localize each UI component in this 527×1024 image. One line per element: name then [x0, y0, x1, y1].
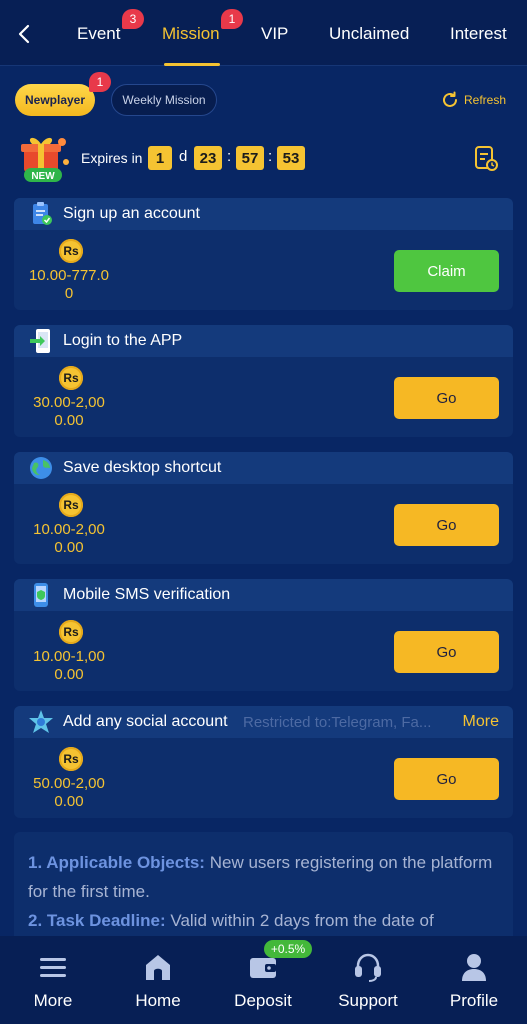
tab-event[interactable]: Event — [77, 24, 120, 44]
rupee-coin-icon: Rs — [59, 747, 83, 771]
globe-icon — [30, 457, 52, 479]
mission-title: Sign up an account — [63, 205, 200, 222]
mission-card-social: Add any social account Restricted to:Tel… — [14, 706, 513, 818]
subtab-newplayer[interactable]: Newplayer — [15, 84, 95, 116]
user-icon — [462, 954, 486, 981]
rules-panel: 1. Applicable Objects: New users registe… — [14, 832, 513, 942]
mission-card-signup: Sign up an account Rs 10.00-777.0 0 Clai… — [14, 198, 513, 310]
reward-amount-line: 10.00-1,00 — [33, 648, 105, 665]
rule-label: 1. Applicable Objects: — [28, 853, 205, 872]
reward-amount: 10.00-777.0 0 — [14, 267, 124, 303]
reward-amount-line: 30.00-2,00 — [33, 394, 105, 411]
nav-label: Deposit — [234, 991, 292, 1010]
mission-title: Add any social account — [63, 713, 228, 730]
nav-label: More — [33, 991, 73, 1010]
mission-badge: 1 — [221, 9, 243, 29]
top-tab-bar: Event 3 Mission 1 VIP Unclaimed Interest — [0, 0, 527, 66]
reward-amount-line: 0.00 — [54, 412, 84, 429]
phone-login-icon — [30, 329, 50, 353]
active-tab-indicator — [164, 63, 220, 66]
reward-amount: 10.00-2,00 0.00 — [14, 521, 124, 557]
reward-amount: 30.00-2,00 0.00 — [14, 394, 124, 430]
headset-icon — [355, 953, 381, 982]
reward-amount-line: 0.00 — [54, 539, 84, 556]
tab-mission[interactable]: Mission — [162, 24, 220, 44]
home-icon — [146, 955, 170, 980]
mobile-sms-icon — [34, 583, 48, 607]
more-link[interactable]: More — [463, 713, 499, 731]
mission-title: Mobile SMS verification — [63, 586, 231, 603]
social-star-icon — [29, 710, 53, 733]
card-header: Mobile SMS verification — [14, 579, 513, 611]
card-header: Sign up an account — [14, 198, 513, 230]
nav-support[interactable]: Support — [328, 946, 408, 1020]
event-badge: 3 — [122, 9, 144, 29]
countdown-hours: 23 — [194, 146, 222, 170]
tab-unclaimed[interactable]: Unclaimed — [329, 24, 409, 44]
go-button[interactable]: Go — [394, 631, 499, 673]
refresh-button[interactable]: Refresh — [440, 89, 506, 111]
reward-amount-line: 50.00-2,00 — [33, 775, 105, 792]
countdown-seconds: 53 — [277, 146, 305, 170]
nav-home[interactable]: Home — [118, 946, 198, 1020]
subtab-weekly-mission[interactable]: Weekly Mission — [111, 84, 217, 116]
claim-button[interactable]: Claim — [394, 250, 499, 292]
rule-item: 2. Task Deadline: Valid within 2 days fr… — [28, 906, 499, 935]
go-button[interactable]: Go — [394, 758, 499, 800]
reward-amount-line: 0.00 — [54, 793, 84, 810]
chevron-left-icon[interactable] — [14, 22, 34, 46]
nav-label: Support — [338, 991, 398, 1010]
menu-icon — [40, 958, 66, 977]
rupee-coin-icon: Rs — [59, 366, 83, 390]
countdown-days: 1 — [148, 146, 172, 170]
reward-amount-line: 0.00 — [54, 666, 84, 683]
separator: : — [227, 148, 232, 165]
countdown-minutes: 57 — [236, 146, 264, 170]
refresh-icon — [443, 91, 457, 107]
mission-title: Login to the APP — [63, 332, 183, 349]
mission-title: Save desktop shortcut — [63, 459, 222, 476]
go-button[interactable]: Go — [394, 377, 499, 419]
day-unit: d — [179, 148, 188, 165]
nav-more[interactable]: More — [13, 946, 93, 1020]
separator: : — [268, 148, 273, 165]
mission-card-shortcut: Save desktop shortcut Rs 10.00-2,00 0.00… — [14, 452, 513, 564]
rupee-coin-icon: Rs — [59, 239, 83, 263]
nav-profile[interactable]: Profile — [434, 946, 514, 1020]
refresh-label: Refresh — [464, 93, 507, 107]
rupee-coin-icon: Rs — [59, 620, 83, 644]
deposit-bonus-badge: +0.5% — [264, 940, 312, 958]
card-header: Login to the APP — [14, 325, 513, 357]
gift-new-icon: NEW — [21, 137, 69, 182]
mission-card-sms: Mobile SMS verification Rs 10.00-1,00 0.… — [14, 579, 513, 691]
newplayer-badge: 1 — [89, 72, 111, 92]
rule-text: Valid within 2 days from the date of — [165, 911, 434, 930]
restriction-text: Restricted to:Telegram, Fa... — [243, 714, 432, 731]
card-header: Add any social account Restricted to:Tel… — [14, 706, 513, 738]
mission-card-login: Login to the APP Rs 30.00-2,00 0.00 Go — [14, 325, 513, 437]
go-button[interactable]: Go — [394, 504, 499, 546]
nav-label: Home — [135, 991, 181, 1010]
reward-amount-line: 10.00-777.0 — [28, 267, 110, 284]
new-badge-text: NEW — [31, 171, 55, 182]
rule-label: 2. Task Deadline: — [28, 911, 166, 930]
nav-label: Profile — [449, 991, 499, 1010]
reward-amount: 50.00-2,00 0.00 — [14, 775, 124, 811]
rule-item: 1. Applicable Objects: New users registe… — [28, 848, 499, 906]
tab-vip[interactable]: VIP — [261, 24, 288, 44]
rupee-coin-icon: Rs — [59, 493, 83, 517]
tab-interest[interactable]: Interest — [450, 24, 507, 44]
reward-amount-line: 0 — [64, 285, 74, 302]
clipboard-check-icon — [33, 202, 52, 225]
history-log-icon[interactable] — [473, 144, 499, 172]
reward-amount: 10.00-1,00 0.00 — [14, 648, 124, 684]
card-header: Save desktop shortcut — [14, 452, 513, 484]
expires-label: Expires in — [81, 150, 143, 166]
reward-amount-line: 10.00-2,00 — [33, 521, 105, 538]
